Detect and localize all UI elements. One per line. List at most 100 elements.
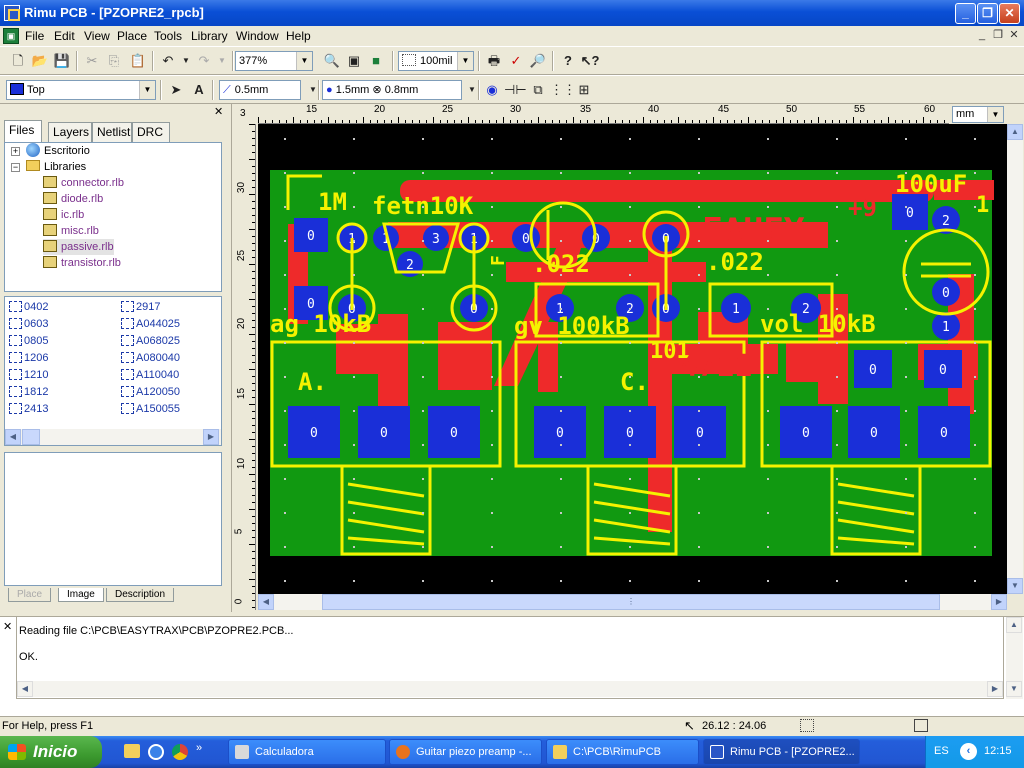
output-vscrollbar[interactable]: ▲ ▼	[1006, 617, 1023, 699]
place-header-icon[interactable]: ⋮⋮	[550, 80, 576, 100]
footprint-item[interactable]: A080040	[121, 352, 180, 364]
layer-select[interactable]: Top ▼	[6, 80, 156, 100]
task-explorer[interactable]: C:\PCB\RimuPCB	[546, 739, 699, 765]
units-select[interactable]: mm ▼	[952, 106, 1004, 123]
pcb-canvas[interactable]: 00000000000000112310000001212201	[258, 124, 1007, 594]
zoom-board-icon[interactable]: ■	[366, 51, 386, 71]
start-button[interactable]: Inicio	[0, 736, 102, 768]
tab-description[interactable]: Description	[106, 588, 175, 602]
footprint-item[interactable]: A044025	[121, 318, 180, 330]
menu-help[interactable]: Help	[286, 28, 311, 44]
canvas-vscrollbar[interactable]: ▲ ▼	[1007, 124, 1023, 594]
footprint-item[interactable]: A150055	[121, 403, 180, 415]
print-check-icon[interactable]: ✓	[506, 51, 526, 71]
rimu-app-icon[interactable]	[4, 5, 20, 21]
tree-libraries[interactable]: − Libraries	[11, 159, 86, 175]
quicklaunch-more-icon[interactable]: »	[196, 742, 202, 754]
text-tool-icon[interactable]: A	[189, 80, 209, 100]
close-panel-icon[interactable]: ✕	[214, 105, 223, 118]
library-item[interactable]: diode.rlb	[43, 191, 103, 207]
menu-tools[interactable]: Tools	[154, 28, 182, 44]
restore-button[interactable]: ❐	[977, 3, 998, 24]
tab-files[interactable]: Files	[4, 120, 42, 142]
minimize-button[interactable]: _	[955, 3, 976, 24]
track-width-select[interactable]: ⟋ 0.5mm	[219, 80, 301, 100]
tab-layers[interactable]: Layers	[48, 122, 92, 142]
cut-icon[interactable]: ✂	[82, 51, 102, 71]
context-help-icon[interactable]: ↖?	[580, 51, 600, 71]
chrome-quicklaunch-icon[interactable]	[172, 744, 188, 760]
place-component-icon[interactable]: ⊣⊢	[504, 80, 527, 100]
print-icon[interactable]: 🖶	[484, 51, 504, 71]
tab-netlist[interactable]: Netlist	[92, 122, 132, 142]
pad-size-select[interactable]: ● 1.5mm ⊗ 0.8mm	[322, 80, 462, 100]
footprint-item[interactable]: A068025	[121, 335, 180, 347]
ie-quicklaunch-icon[interactable]	[148, 744, 164, 760]
mdi-close-button[interactable]: ✕	[1007, 29, 1021, 43]
tab-image[interactable]: Image	[58, 588, 104, 602]
task-firefox[interactable]: Guitar piezo preamp -...	[389, 739, 542, 765]
footprint-item[interactable]: A120050	[121, 386, 180, 398]
save-icon[interactable]: 💾	[52, 51, 72, 71]
library-item[interactable]: misc.rlb	[43, 223, 99, 239]
print-preview-icon[interactable]: 🔎	[528, 51, 548, 71]
undo-dropdown-icon[interactable]: ▼	[176, 51, 196, 71]
chevron-down-icon[interactable]: ▼	[296, 52, 312, 70]
scroll-left-icon[interactable]: ◀	[17, 681, 33, 697]
task-calculadora[interactable]: Calculadora	[228, 739, 386, 765]
scroll-up-icon[interactable]: ▲	[1006, 617, 1022, 633]
track-dropdown-icon[interactable]: ▼	[303, 80, 323, 100]
task-rimu[interactable]: Rimu PCB - [PZOPRE2...	[703, 739, 860, 765]
library-item-selected[interactable]: passive.rlb	[43, 239, 114, 255]
zoom-icon[interactable]: 🔍	[322, 51, 342, 71]
new-file-icon[interactable]: 🗋	[8, 51, 28, 71]
scroll-right-icon[interactable]: ▶	[991, 594, 1007, 610]
place-pad-icon[interactable]: ◉	[482, 80, 502, 100]
menu-edit[interactable]: Edit	[54, 28, 75, 44]
scroll-down-icon[interactable]: ▼	[1007, 578, 1023, 594]
place-ic-icon[interactable]: ⧉	[528, 80, 548, 100]
footprint-item[interactable]: 0805	[9, 335, 48, 347]
scroll-right-icon[interactable]: ▶	[987, 681, 1003, 697]
pcb-drawing[interactable]: 00000000000000112310000001212201	[258, 124, 1007, 594]
document-icon[interactable]: ▣	[3, 28, 19, 44]
library-item[interactable]: transistor.rlb	[43, 255, 121, 271]
copy-icon[interactable]: ⎘	[104, 51, 124, 71]
footprint-item[interactable]: 1206	[9, 352, 48, 364]
chevron-down-icon[interactable]: ▼	[987, 107, 1003, 122]
tab-drc[interactable]: DRC	[132, 122, 170, 142]
footprint-item[interactable]: 0402	[9, 301, 48, 313]
scroll-down-icon[interactable]: ▼	[1006, 681, 1022, 697]
open-folder-icon[interactable]: 📂	[30, 51, 50, 71]
menu-place[interactable]: Place	[117, 28, 147, 44]
scroll-up-icon[interactable]: ▲	[1007, 124, 1023, 140]
expand-icon[interactable]: +	[11, 147, 20, 156]
collapse-icon[interactable]: −	[11, 163, 20, 172]
footprint-item[interactable]: 1210	[9, 369, 48, 381]
tab-place[interactable]: Place	[8, 588, 52, 602]
scroll-thumb[interactable]	[22, 429, 40, 445]
mdi-minimize-button[interactable]: _	[975, 29, 989, 43]
tree-root[interactable]: + Escritorio	[11, 143, 90, 159]
grid-select[interactable]: 100mil ▼	[398, 51, 474, 71]
menu-view[interactable]: View	[84, 28, 110, 44]
help-icon[interactable]: ?	[558, 51, 578, 71]
chevron-down-icon[interactable]: ▼	[139, 81, 155, 99]
library-item[interactable]: connector.rlb	[43, 175, 124, 191]
scroll-left-icon[interactable]: ◀	[258, 594, 274, 610]
scroll-right-icon[interactable]: ▶	[203, 429, 219, 445]
title-bar[interactable]: Rimu PCB - [PZOPRE2_rpcb] _ ❐ ✕	[0, 0, 1024, 26]
footprint-item[interactable]: 2413	[9, 403, 48, 415]
scroll-left-icon[interactable]: ◀	[5, 429, 21, 445]
paste-icon[interactable]: 📋	[128, 51, 148, 71]
footprint-item[interactable]: A110040	[121, 369, 179, 381]
footprint-item[interactable]: 2917	[121, 301, 160, 313]
menu-file[interactable]: File	[25, 28, 44, 44]
select-arrow-icon[interactable]: ➤	[166, 80, 186, 100]
close-output-icon[interactable]: ✕	[3, 620, 12, 633]
chevron-down-icon[interactable]: ▼	[457, 52, 473, 70]
zoom-fit-icon[interactable]: ▣	[344, 51, 364, 71]
place-connector-icon[interactable]: ⊞	[574, 80, 594, 100]
output-text-area[interactable]: Reading file C:\PCB\EASYTRAX\PCB\PZOPRE2…	[16, 617, 1004, 699]
language-indicator[interactable]: ES	[934, 745, 949, 757]
